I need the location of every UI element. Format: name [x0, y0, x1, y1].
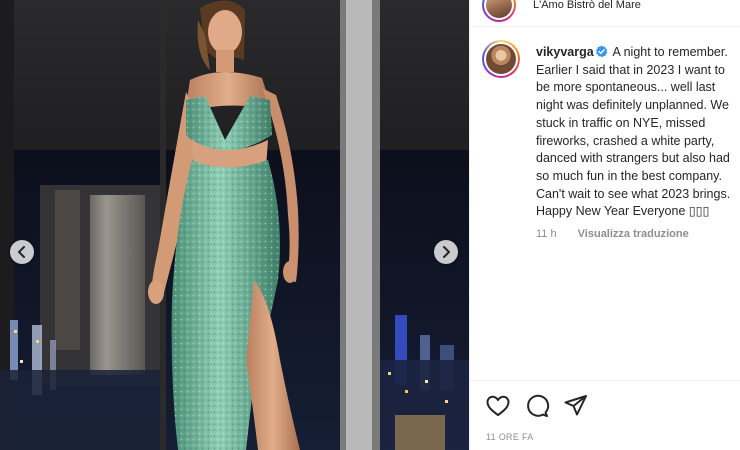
caption-meta: 11 h Visualizza traduzione	[536, 228, 689, 240]
caption-emoji: ▯▯▯	[688, 204, 710, 219]
heart-icon[interactable]	[485, 393, 511, 419]
previous-photo-button[interactable]	[10, 240, 34, 264]
post-media[interactable]	[0, 0, 469, 450]
post-header: L'Amo Bistrò del Mare	[470, 0, 740, 27]
post-photo	[0, 0, 469, 450]
chevron-left-icon	[18, 246, 25, 258]
next-photo-button[interactable]	[434, 240, 458, 264]
chevron-right-icon	[443, 246, 450, 258]
divider	[470, 380, 740, 381]
caption-time[interactable]: 11 h	[536, 228, 557, 240]
caption-avatar[interactable]	[482, 40, 520, 78]
header-avatar[interactable]	[482, 0, 516, 22]
caption-text: A night to remember. Earlier I said that…	[536, 45, 731, 219]
location-link[interactable]: L'Amo Bistrò del Mare	[533, 0, 641, 11]
verified-badge-icon	[595, 45, 607, 58]
paper-plane-icon[interactable]	[563, 393, 589, 419]
see-translation-link[interactable]: Visualizza traduzione	[578, 228, 689, 240]
caption-username[interactable]: vikyvarga	[536, 45, 594, 59]
post-timestamp[interactable]: 11 ORE FA	[486, 432, 534, 442]
comment-icon[interactable]	[524, 393, 550, 419]
post-caption: vikyvarga A night to remember. Earlier I…	[536, 44, 740, 221]
post-details-panel: L'Amo Bistrò del Mare vikyvarga A night …	[469, 0, 740, 450]
